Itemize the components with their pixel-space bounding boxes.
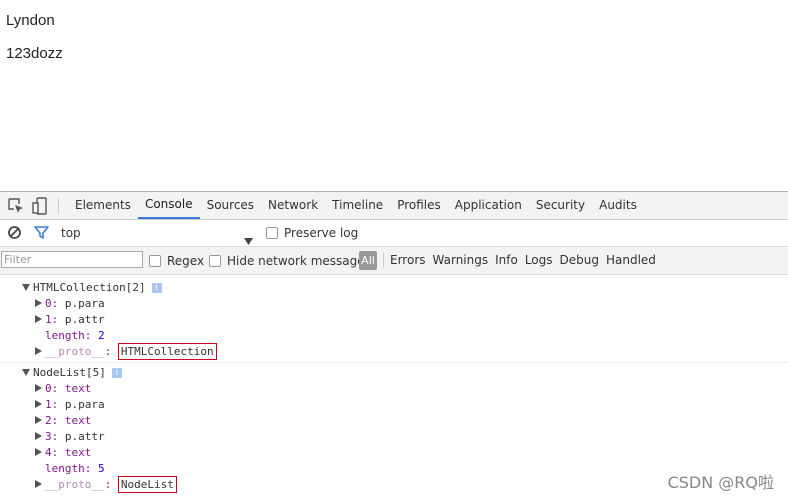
- log-entry-length: length: 2: [45, 329, 105, 342]
- entry-value: text: [64, 414, 92, 427]
- entry-value: text: [64, 382, 92, 395]
- log-group-header[interactable]: NodeList[5] i: [22, 365, 122, 381]
- entry-value: p.attr: [64, 313, 105, 326]
- expanded-triangle-icon[interactable]: [22, 284, 30, 291]
- tab-security[interactable]: Security: [529, 192, 592, 219]
- entry-key: 4: [45, 446, 52, 459]
- entry-value: p.para: [64, 297, 105, 310]
- entry-key: length: [45, 462, 85, 475]
- entry-value: NodeList: [117, 476, 177, 493]
- collapsed-triangle-icon[interactable]: [35, 315, 42, 323]
- level-filters: Errors Warnings Info Logs Debug Handled: [390, 247, 656, 274]
- entry-key: 3: [45, 430, 52, 443]
- log-entry[interactable]: 3: p.attr: [35, 429, 105, 445]
- level-warnings[interactable]: Warnings: [433, 247, 489, 274]
- regex-checkbox[interactable]: [149, 255, 161, 267]
- inspect-element-icon[interactable]: [6, 196, 26, 216]
- level-all-button[interactable]: All: [359, 251, 377, 270]
- entry-key: 1: [45, 313, 52, 326]
- devtools-panel: Elements Console Sources Network Timelin…: [0, 191, 788, 502]
- entry-value: text: [64, 446, 92, 459]
- log-group-header[interactable]: HTMLCollection[2] i: [22, 280, 162, 296]
- collapsed-triangle-icon[interactable]: [35, 448, 42, 456]
- console-context-bar: top Preserve log: [0, 220, 788, 247]
- expanded-triangle-icon[interactable]: [22, 369, 30, 376]
- log-entry[interactable]: 2: text: [35, 413, 91, 429]
- log-entry-proto[interactable]: __proto__: NodeList: [35, 476, 177, 493]
- tab-application[interactable]: Application: [448, 192, 529, 219]
- entry-key: __proto__: [45, 478, 105, 491]
- entry-value: 5: [98, 462, 105, 475]
- entry-key: length: [45, 329, 85, 342]
- log-entry-length: length: 5: [45, 462, 105, 475]
- log-entry[interactable]: 0: p.para: [35, 296, 105, 312]
- log-entry[interactable]: 0: text: [35, 381, 91, 397]
- tab-sources[interactable]: Sources: [200, 192, 261, 219]
- level-handled[interactable]: Handled: [606, 247, 656, 274]
- filter-icon[interactable]: [34, 225, 49, 244]
- toolbar-divider: [58, 198, 59, 214]
- hide-network-label: Hide network messages: [227, 254, 371, 268]
- tab-elements[interactable]: Elements: [68, 192, 138, 219]
- level-logs[interactable]: Logs: [525, 247, 553, 274]
- entry-key: 1: [45, 398, 52, 411]
- entry-value: p.para: [64, 398, 105, 411]
- filter-input[interactable]: [1, 251, 143, 268]
- entry-value: HTMLCollection: [117, 343, 217, 360]
- info-icon[interactable]: i: [111, 368, 122, 378]
- page-text-line-2: 123dozz: [6, 45, 63, 62]
- clear-console-icon[interactable]: [7, 225, 22, 244]
- preserve-log-label: Preserve log: [284, 226, 359, 240]
- collapsed-triangle-icon[interactable]: [35, 432, 42, 440]
- entry-value: p.attr: [64, 430, 105, 443]
- tab-network[interactable]: Network: [261, 192, 325, 219]
- console-filter-bar: Regex Hide network messages All Errors W…: [0, 247, 788, 275]
- log-divider: [0, 362, 788, 363]
- regex-label: Regex: [167, 254, 205, 268]
- level-debug[interactable]: Debug: [560, 247, 599, 274]
- level-info[interactable]: Info: [495, 247, 518, 274]
- log-entry[interactable]: 1: p.para: [35, 397, 105, 413]
- tab-console[interactable]: Console: [137, 192, 200, 219]
- tab-timeline[interactable]: Timeline: [325, 192, 390, 219]
- entry-key: __proto__: [45, 345, 105, 358]
- log-entry-proto[interactable]: __proto__: HTMLCollection: [35, 343, 217, 360]
- entry-key: 2: [45, 414, 52, 427]
- filter-divider: [383, 253, 384, 268]
- log-entry[interactable]: 1: p.attr: [35, 312, 105, 328]
- preserve-log-checkbox[interactable]: [266, 227, 278, 239]
- log-group-title: HTMLCollection[2]: [33, 281, 146, 294]
- collapsed-triangle-icon[interactable]: [35, 347, 42, 355]
- entry-value: 2: [98, 329, 105, 342]
- watermark: CSDN @RQ啦: [667, 473, 774, 492]
- level-errors[interactable]: Errors: [390, 247, 426, 274]
- collapsed-triangle-icon[interactable]: [35, 384, 42, 392]
- collapsed-triangle-icon[interactable]: [35, 400, 42, 408]
- entry-key: 0: [45, 297, 52, 310]
- devtools-tabbar: Elements Console Sources Network Timelin…: [0, 192, 788, 220]
- tab-audits[interactable]: Audits: [592, 192, 644, 219]
- log-group-title: NodeList[5]: [33, 366, 106, 379]
- page-text-line-1: Lyndon: [6, 12, 55, 29]
- device-mode-icon[interactable]: [31, 196, 51, 216]
- hide-network-checkbox[interactable]: [209, 255, 221, 267]
- collapsed-triangle-icon[interactable]: [35, 416, 42, 424]
- collapsed-triangle-icon[interactable]: [35, 480, 42, 488]
- tab-profiles[interactable]: Profiles: [390, 192, 448, 219]
- devtools-tabs: Elements Console Sources Network Timelin…: [68, 192, 644, 219]
- log-entry[interactable]: 4: text: [35, 445, 91, 461]
- info-icon[interactable]: i: [151, 283, 162, 293]
- entry-key: 0: [45, 382, 52, 395]
- collapsed-triangle-icon[interactable]: [35, 299, 42, 307]
- context-selector-value[interactable]: top: [61, 226, 81, 240]
